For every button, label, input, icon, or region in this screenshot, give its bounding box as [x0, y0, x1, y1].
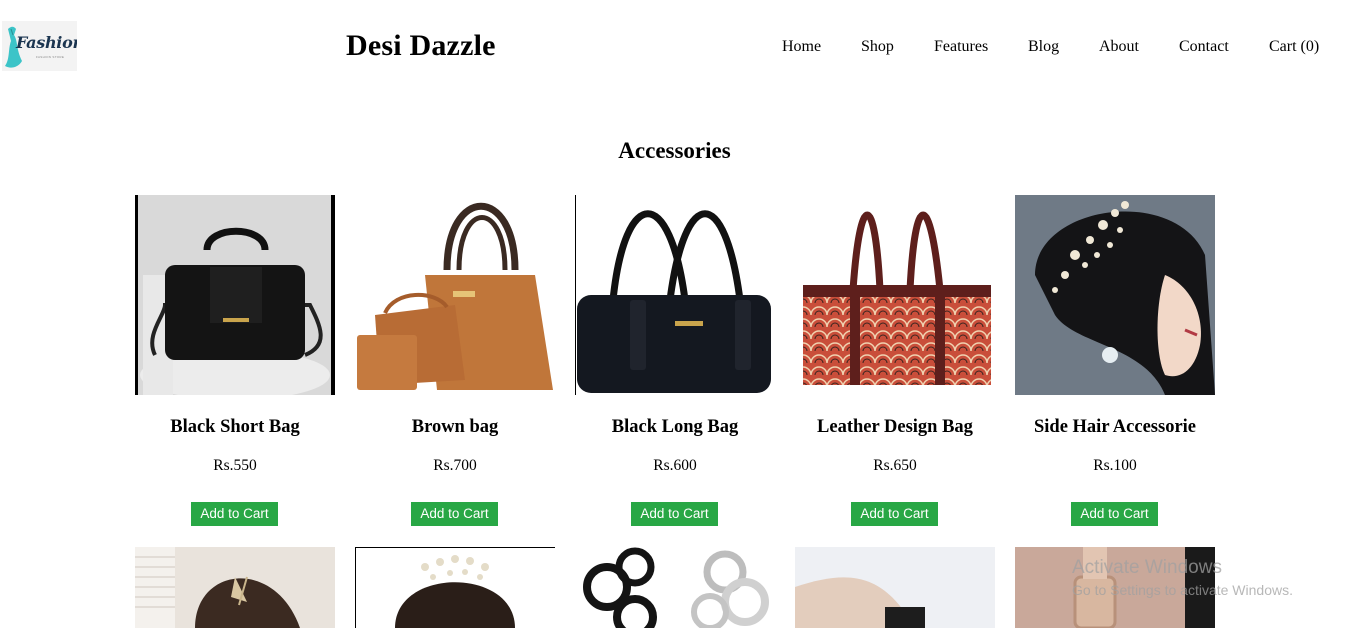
- product-price: Rs.100: [1093, 457, 1137, 474]
- product-card: Black Long Bag Rs.600 Add to Cart: [575, 195, 775, 526]
- nav-contact[interactable]: Contact: [1179, 38, 1229, 56]
- product-name[interactable]: Black Long Bag: [555, 417, 795, 438]
- watermark-title: Activate Windows: [1072, 557, 1222, 578]
- nav-shop[interactable]: Shop: [861, 38, 894, 56]
- hair-comb-image[interactable]: [355, 547, 555, 628]
- product-name[interactable]: Side Hair Accessorie: [995, 417, 1235, 438]
- wrist-watch-image[interactable]: [795, 547, 995, 628]
- product-price: Rs.550: [213, 457, 257, 474]
- add-to-cart-button[interactable]: Add to Cart: [631, 502, 718, 526]
- product-name[interactable]: Leather Design Bag: [775, 417, 1015, 438]
- product-price: Rs.650: [873, 457, 917, 474]
- product-card: Brown bag Rs.700 Add to Cart: [355, 195, 555, 526]
- nav-blog[interactable]: Blog: [1028, 38, 1059, 56]
- product-card: Black Short Bag Rs.550 Add to Cart: [135, 195, 335, 526]
- hair-clip-image[interactable]: [135, 547, 335, 628]
- product-card: Side Hair Accessorie Rs.100 Add to Cart: [1015, 195, 1215, 526]
- black-long-bag-image[interactable]: [575, 195, 775, 395]
- product-price: Rs.600: [653, 457, 697, 474]
- section-title: Accessories: [618, 138, 731, 163]
- nav-features[interactable]: Features: [934, 38, 988, 56]
- brown-bag-set-image[interactable]: [355, 195, 555, 395]
- product-price: Rs.700: [433, 457, 477, 474]
- add-to-cart-button[interactable]: Add to Cart: [851, 502, 938, 526]
- nav-cart[interactable]: Cart (0): [1269, 38, 1319, 56]
- hair-accessory-image[interactable]: [1015, 195, 1215, 395]
- nav-about[interactable]: About: [1099, 38, 1139, 56]
- add-to-cart-button[interactable]: Add to Cart: [1071, 502, 1158, 526]
- watermark-subtitle: Go to Settings to activate Windows.: [1072, 582, 1293, 598]
- product-name[interactable]: Brown bag: [335, 417, 575, 438]
- patterned-bag-image[interactable]: [795, 195, 995, 395]
- product-card: Leather Design Bag Rs.650 Add to Cart: [795, 195, 995, 526]
- add-to-cart-button[interactable]: Add to Cart: [191, 502, 278, 526]
- product-name[interactable]: Black Short Bag: [115, 417, 355, 438]
- add-to-cart-button[interactable]: Add to Cart: [411, 502, 498, 526]
- bangles-image[interactable]: [575, 547, 775, 628]
- nav-home[interactable]: Home: [782, 38, 821, 56]
- black-handbag-image[interactable]: [135, 195, 335, 395]
- main-nav: Home Shop Features Blog About Contact Ca…: [0, 38, 1349, 60]
